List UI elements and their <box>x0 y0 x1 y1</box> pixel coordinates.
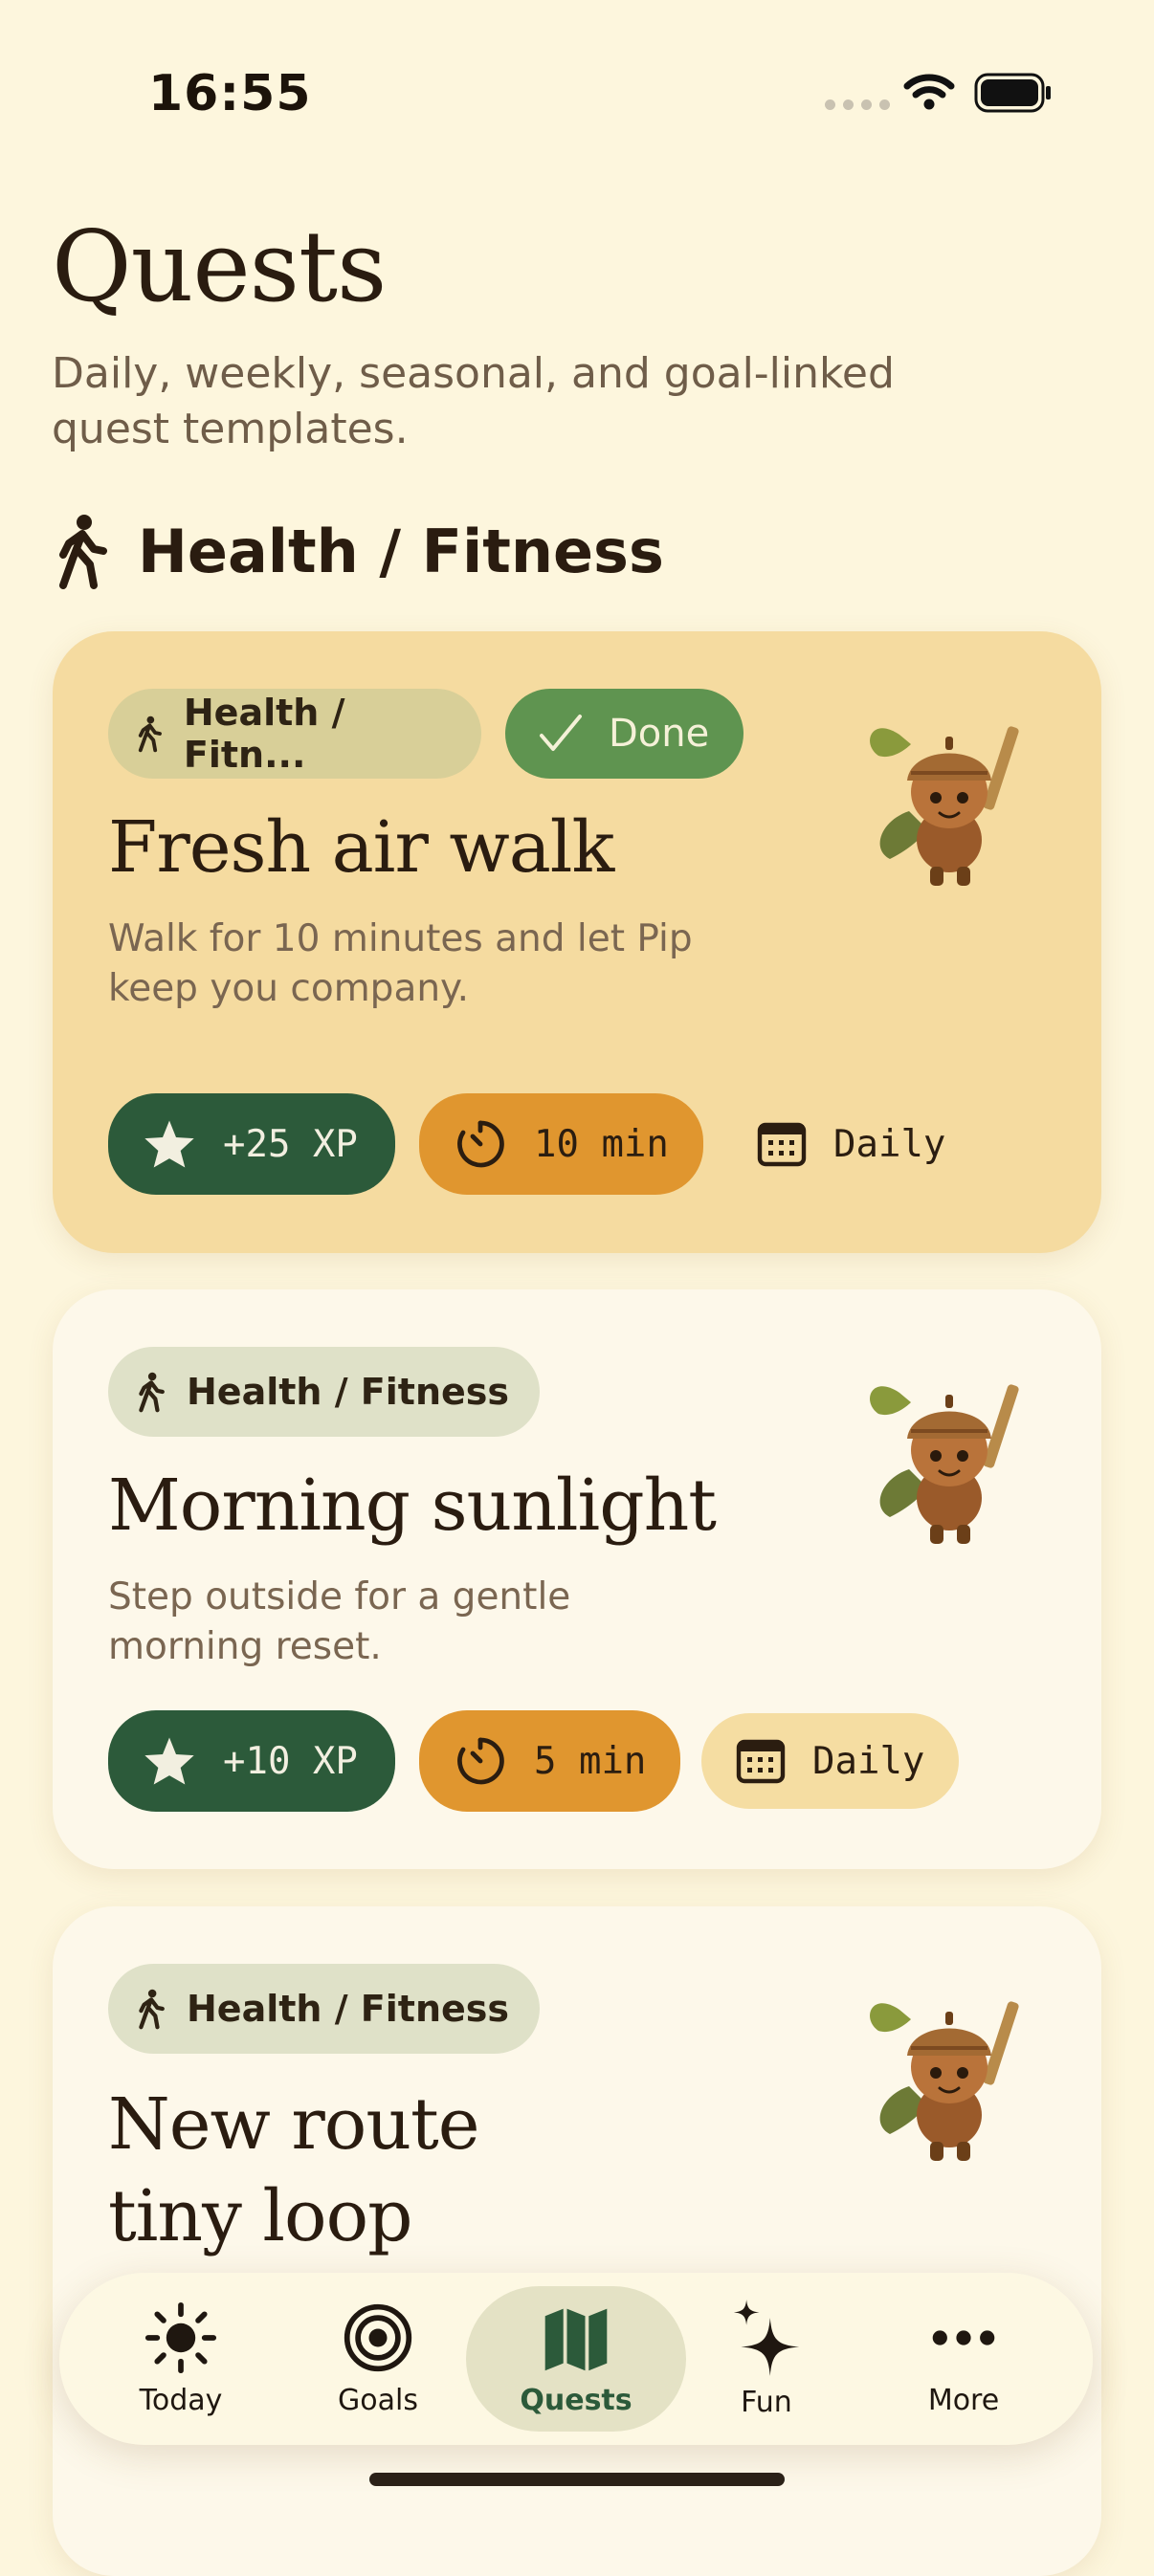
page-subtitle: Daily, weekly, seasonal, and goal-linked… <box>52 349 895 453</box>
wifi-icon <box>903 74 955 110</box>
pip-acorn-mascot <box>861 706 1033 888</box>
quest-title: Morning sunlight <box>108 1464 717 1547</box>
section-title: Health / Fitness <box>138 516 664 586</box>
star-icon <box>144 1120 194 1168</box>
tab-label: Quests <box>520 2383 632 2417</box>
quest-title-line-2: tiny loop <box>108 2175 413 2257</box>
duration-label: 5 min <box>534 1739 647 1783</box>
duration-chip: 5 min <box>419 1710 681 1812</box>
tab-goals[interactable]: Goals <box>279 2273 477 2445</box>
home-indicator[interactable] <box>369 2473 785 2486</box>
category-chip: Health / Fitness <box>108 1964 541 2054</box>
ellipsis-icon <box>932 2329 995 2345</box>
walking-person-icon <box>139 1372 165 1413</box>
quest-card-fresh-air-walk[interactable]: Health / Fitn... Done Fresh air walk Wal… <box>53 631 1101 1253</box>
section-header: Health / Fitness <box>52 513 664 589</box>
category-label: Health / Fitn... <box>183 692 345 776</box>
timer-icon <box>457 1120 504 1168</box>
walking-person-icon <box>138 716 162 753</box>
tab-label: Today <box>139 2383 223 2417</box>
quest-title-line-1: New route <box>108 2083 480 2166</box>
status-time: 16:55 <box>148 65 312 122</box>
frequency-chip: Daily <box>722 1093 980 1195</box>
tab-label: Fun <box>741 2385 792 2419</box>
category-chip: Health / Fitn... <box>108 689 481 779</box>
calendar-icon <box>757 1122 807 1167</box>
xp-reward-chip: +25 XP <box>108 1093 395 1195</box>
checkmark-icon <box>540 715 582 751</box>
calendar-icon <box>736 1739 786 1784</box>
done-badge: Done <box>505 689 744 779</box>
battery-icon <box>974 73 1051 113</box>
frequency-label: Daily <box>812 1739 925 1783</box>
sparkles-icon <box>733 2299 800 2376</box>
quest-description: Step outside for a gentle morning reset. <box>108 1575 571 1668</box>
tab-today[interactable]: Today <box>82 2273 279 2445</box>
duration-chip: 10 min <box>419 1093 703 1195</box>
walking-person-icon <box>139 1989 165 2030</box>
page-title: Quests <box>52 210 387 324</box>
timer-icon <box>457 1737 504 1785</box>
category-chip: Health / Fitness <box>108 1347 541 1437</box>
quest-card-morning-sunlight[interactable]: Health / Fitness Morning sunlight Step o… <box>53 1289 1101 1869</box>
pip-acorn-mascot <box>861 1364 1033 1546</box>
tab-fun[interactable]: Fun <box>668 2273 865 2445</box>
frequency-label: Daily <box>833 1122 946 1166</box>
tab-more[interactable]: More <box>865 2273 1062 2445</box>
star-icon <box>144 1737 194 1785</box>
duration-label: 10 min <box>534 1122 669 1166</box>
pip-acorn-mascot <box>861 1981 1033 2163</box>
target-icon <box>344 2303 412 2371</box>
category-label: Health / Fitness <box>187 1371 510 1413</box>
xp-label: +10 XP <box>223 1739 358 1783</box>
tab-label: Goals <box>338 2383 418 2417</box>
walking-person-icon <box>59 515 107 589</box>
quest-title: Fresh air walk <box>108 806 614 889</box>
map-icon <box>544 2308 608 2370</box>
sun-icon <box>144 2301 217 2373</box>
cellular-signal-icon <box>825 99 890 110</box>
tab-quests[interactable]: Quests <box>466 2286 686 2432</box>
frequency-chip: Daily <box>701 1713 960 1809</box>
xp-reward-chip: +10 XP <box>108 1710 395 1812</box>
quest-description: Walk for 10 minutes and let Pip keep you… <box>108 917 693 1010</box>
category-label: Health / Fitness <box>187 1988 510 2030</box>
done-label: Done <box>609 712 710 756</box>
xp-label: +25 XP <box>223 1122 358 1166</box>
tab-bar: Today Goals Quests Fun More <box>59 2273 1093 2445</box>
tab-label: More <box>927 2383 1000 2417</box>
